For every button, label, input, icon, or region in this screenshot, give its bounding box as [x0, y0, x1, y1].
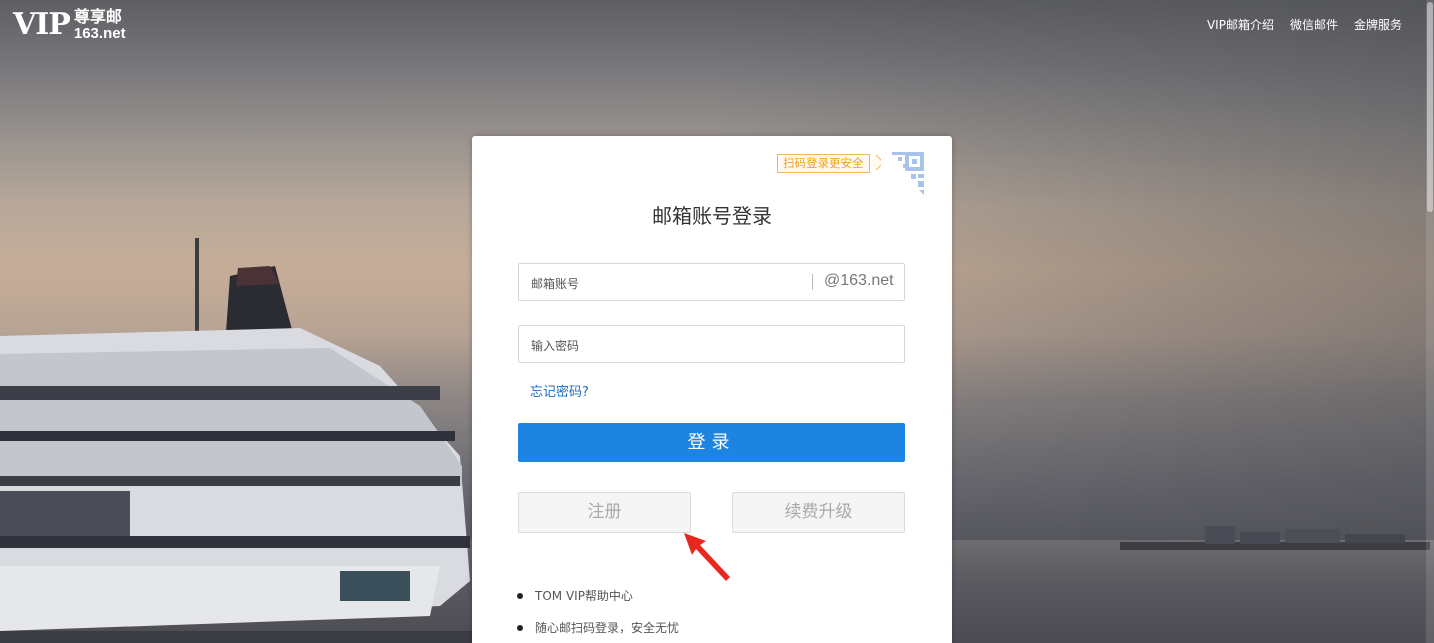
login-title: 邮箱账号登录 [652, 204, 772, 228]
logo-domain-text: 163.net [73, 25, 126, 42]
tips-list: TOM VIP帮助中心 随心邮扫码登录，安全无忧 [512, 587, 679, 643]
qr-login-tag[interactable]: 扫码登录更安全 [777, 154, 870, 173]
login-button[interactable]: 登录 [518, 423, 905, 462]
page-scrollbar[interactable] [1426, 0, 1434, 643]
scrollbar-thumb[interactable] [1427, 2, 1433, 212]
renew-upgrade-button[interactable]: 续费升级 [732, 492, 905, 533]
vip-mail-logo[interactable]: VIP 尊享邮 163.net [13, 8, 126, 42]
suffix-divider [812, 274, 813, 290]
register-button[interactable]: 注册 [518, 492, 691, 533]
annotation-arrow-icon [684, 533, 730, 581]
top-nav: VIP邮箱介绍 微信邮件 金牌服务 [1207, 17, 1402, 33]
nav-vip-intro[interactable]: VIP邮箱介绍 [1207, 17, 1274, 33]
qr-code-icon[interactable] [881, 152, 926, 197]
password-placeholder: 输入密码 [531, 339, 580, 353]
login-card: 扫码登录更安全 邮箱账号登录 邮箱账号 @163.net 输入密码 忘记密码? … [472, 136, 952, 643]
account-placeholder: 邮箱账号 [531, 277, 580, 291]
forgot-password-link[interactable]: 忘记密码? [530, 381, 589, 400]
password-field[interactable]: 输入密码 [518, 325, 905, 363]
nav-gold-service[interactable]: 金牌服务 [1354, 17, 1402, 33]
tip-help-center[interactable]: TOM VIP帮助中心 [512, 587, 679, 619]
background-cruise-ship [0, 238, 480, 643]
account-field[interactable]: 邮箱账号 @163.net [518, 263, 905, 301]
domain-suffix: @163.net [824, 272, 894, 289]
login-page: VIP 尊享邮 163.net VIP邮箱介绍 微信邮件 金牌服务 扫码登录更安… [0, 0, 1434, 643]
background-skyline [1120, 520, 1430, 550]
logo-right: 尊享邮 163.net [74, 8, 126, 42]
logo-vip-text: VIP [13, 7, 71, 42]
logo-zh-text: 尊享邮 [73, 7, 122, 26]
nav-wechat-mail[interactable]: 微信邮件 [1290, 17, 1338, 33]
tip-qr-login: 随心邮扫码登录，安全无忧 [512, 619, 679, 643]
